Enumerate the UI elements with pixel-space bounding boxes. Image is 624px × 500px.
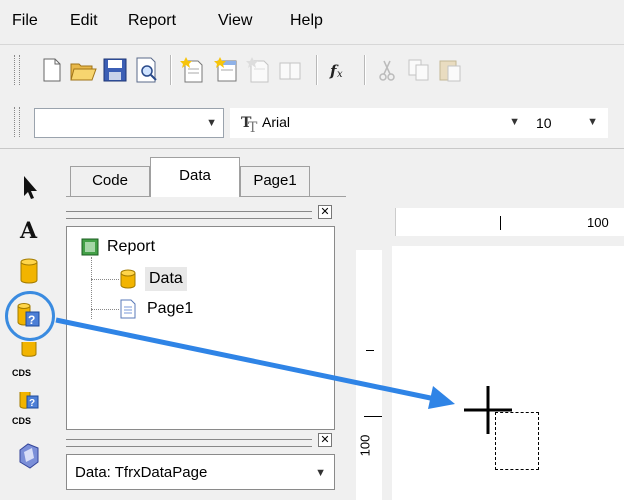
object-selector-value: Data: TfrxDataPage	[75, 464, 208, 481]
new-page-icon[interactable]	[178, 55, 208, 85]
tree-panel-titlebar[interactable]: ✕	[66, 205, 336, 222]
ruler-label: 100	[357, 434, 373, 457]
svg-text:T: T	[248, 120, 258, 133]
chevron-down-icon: ▼	[587, 116, 598, 128]
tree-line	[91, 309, 119, 311]
tab-code[interactable]: Code	[70, 166, 150, 196]
style-combo[interactable]: ▼	[34, 108, 224, 138]
toolbar-grip[interactable]	[14, 55, 20, 85]
font-name-combo[interactable]: T T Arial ▼	[230, 108, 526, 138]
tab-page1[interactable]: Page1	[240, 166, 310, 196]
chevron-down-icon: ▼	[315, 467, 326, 479]
font-size-combo[interactable]: 10 ▼	[526, 108, 608, 138]
object-selector-combo[interactable]: Data: TfrxDataPage ▼	[66, 454, 335, 490]
standard-toolbar: fx	[0, 45, 624, 95]
new-document-icon[interactable]	[36, 55, 66, 85]
tree-item-page1[interactable]: Page1	[147, 297, 193, 321]
tree-item-report[interactable]: Report	[107, 235, 155, 259]
tree-item-data[interactable]: Data	[145, 267, 187, 291]
database-icon	[120, 269, 136, 289]
font-name-value: Arial	[262, 114, 291, 130]
tab-data[interactable]: Data	[150, 157, 240, 197]
cds-label: CDS	[12, 368, 32, 378]
client-dataset-icon[interactable]	[14, 340, 44, 370]
menu-report[interactable]: Report	[128, 12, 176, 30]
report-tree-panel: Report Data Page1	[66, 226, 335, 430]
query-cds-icon[interactable]: ?	[14, 388, 44, 418]
svg-text:x: x	[337, 69, 343, 80]
delete-page-icon[interactable]	[244, 55, 274, 85]
copy-icon[interactable]	[404, 55, 434, 85]
tree-line	[91, 279, 119, 281]
report-icon	[81, 238, 99, 256]
preview-icon[interactable]	[132, 55, 162, 85]
menu-bar: File Edit Report View Help	[0, 0, 624, 45]
new-dialog-icon[interactable]	[212, 55, 242, 85]
page-settings-icon[interactable]	[276, 55, 306, 85]
menu-edit[interactable]: Edit	[70, 12, 98, 30]
close-icon[interactable]: ✕	[318, 205, 332, 219]
page-icon	[120, 299, 136, 319]
toolbar-separator	[316, 55, 317, 85]
report-design-surface[interactable]	[392, 246, 624, 500]
object-inspector-titlebar[interactable]: ✕	[66, 433, 336, 450]
svg-text:?: ?	[29, 398, 35, 409]
ruler-tick	[500, 216, 501, 230]
crosshair-cursor-icon	[464, 386, 512, 434]
function-icon[interactable]: fx	[324, 55, 354, 85]
horizontal-ruler: 100	[395, 208, 624, 236]
database-icon[interactable]	[14, 256, 44, 286]
select-arrow-icon[interactable]	[14, 172, 44, 202]
cds-label: CDS	[12, 416, 32, 426]
menu-file[interactable]: File	[12, 12, 38, 30]
toolbar-separator	[364, 55, 365, 85]
ruler-tick	[364, 416, 382, 417]
menu-view[interactable]: View	[218, 12, 252, 30]
menu-help[interactable]: Help	[290, 12, 323, 30]
barcode-tool-icon[interactable]	[14, 440, 44, 470]
toolbar-divider	[0, 148, 624, 149]
cut-icon[interactable]	[372, 55, 402, 85]
paste-icon[interactable]	[436, 55, 466, 85]
toolbar-separator	[170, 55, 171, 85]
svg-text:A: A	[19, 218, 38, 244]
save-icon[interactable]	[100, 55, 130, 85]
ruler-tick	[366, 350, 374, 351]
highlight-circle	[5, 291, 55, 341]
text-object-icon[interactable]: A	[14, 214, 44, 244]
text-toolbar: ▼ T T Arial ▼ 10 ▼	[0, 97, 624, 147]
close-icon[interactable]: ✕	[318, 433, 332, 447]
vertical-ruler: 100	[356, 250, 382, 500]
ruler-label: 100	[587, 215, 609, 230]
toolbar-grip[interactable]	[14, 107, 20, 137]
open-folder-icon[interactable]	[68, 55, 98, 85]
chevron-down-icon: ▼	[509, 116, 520, 128]
font-size-value: 10	[536, 115, 552, 131]
truetype-font-icon: T T	[241, 115, 258, 133]
chevron-down-icon: ▼	[206, 117, 217, 129]
